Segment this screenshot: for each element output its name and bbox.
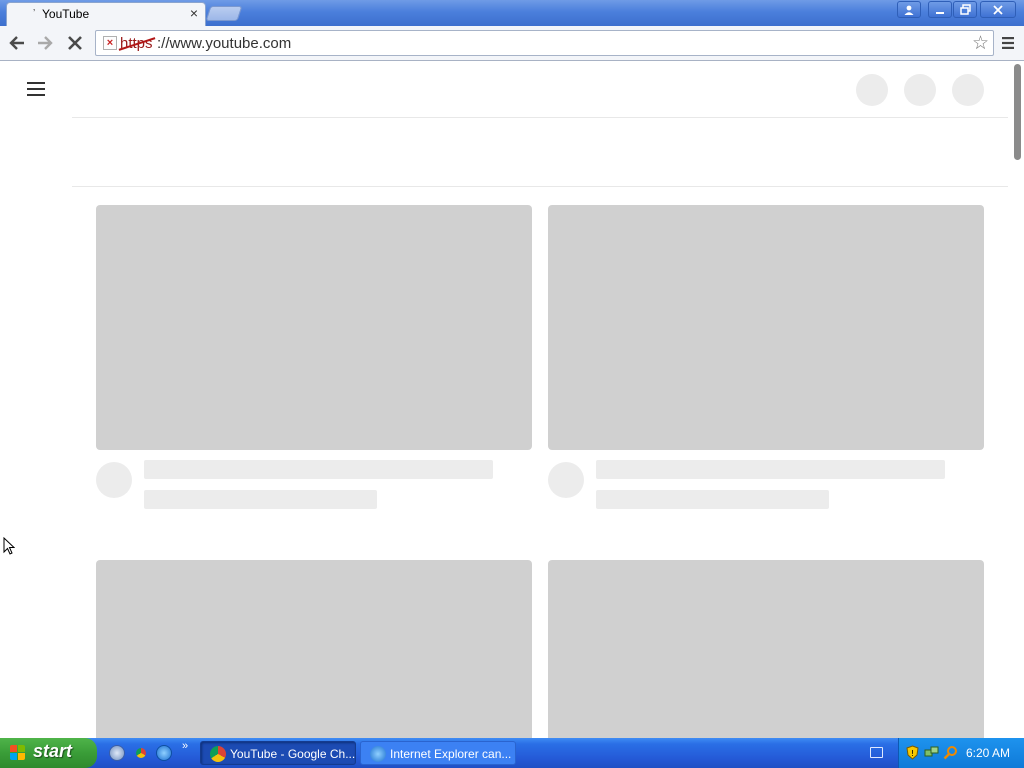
youtube-page: [0, 61, 1024, 738]
new-tab-button[interactable]: [205, 6, 243, 21]
taskbar-item-internet-explorer[interactable]: Internet Explorer can...: [360, 741, 516, 765]
taskbar-item-label: Internet Explorer can...: [390, 747, 512, 761]
browser-title-bar: ’ YouTube ×: [0, 0, 1024, 26]
url-text: ://www.youtube.com: [157, 35, 292, 52]
svg-text:!: !: [911, 749, 914, 758]
forward-arrow-icon: [38, 36, 53, 50]
chipbar-divider: [72, 186, 1008, 187]
title-line-placeholder: [144, 460, 493, 479]
hamburger-icon: [27, 82, 45, 84]
person-icon: [904, 5, 914, 15]
tab-title: YouTube: [42, 7, 90, 21]
back-button[interactable]: [5, 31, 29, 55]
url-scheme: https: [120, 35, 153, 52]
internet-explorer-icon[interactable]: [156, 745, 172, 761]
channel-avatar-placeholder: [548, 462, 584, 498]
windows-logo-icon: [10, 745, 26, 761]
stop-button[interactable]: [63, 31, 87, 55]
forward-button[interactable]: [33, 31, 57, 55]
quick-launch-more[interactable]: »: [182, 740, 188, 752]
chrome-icon[interactable]: [133, 745, 149, 761]
meta-line-placeholder: [596, 490, 829, 509]
star-icon[interactable]: ☆: [972, 32, 989, 55]
header-divider: [72, 117, 1008, 118]
minimize-icon: [936, 12, 944, 14]
video-thumbnail-placeholder[interactable]: [96, 205, 532, 450]
chrome-icon: [210, 746, 226, 762]
browser-toolbar: × https ://www.youtube.com ☆: [0, 26, 1024, 61]
header-placeholder-circle: [856, 74, 888, 106]
close-window-button[interactable]: [980, 1, 1016, 18]
security-shield-icon[interactable]: !: [905, 745, 920, 760]
video-thumbnail-placeholder[interactable]: [548, 560, 984, 738]
youtube-favicon-icon: ’: [33, 8, 36, 19]
search-icon[interactable]: [943, 745, 958, 760]
tab-youtube[interactable]: ’ YouTube ×: [6, 2, 206, 26]
network-icon[interactable]: [924, 745, 939, 760]
channel-avatar-placeholder: [96, 462, 132, 498]
header-placeholder-circle: [952, 74, 984, 106]
system-clock[interactable]: 6:20 AM: [966, 746, 1010, 760]
start-label: start: [33, 741, 73, 761]
mouse-cursor-icon: [3, 537, 15, 555]
restore-button[interactable]: [953, 1, 977, 18]
internet-explorer-icon: [370, 746, 386, 762]
video-thumbnail-placeholder[interactable]: [548, 205, 984, 450]
show-desktop-icon[interactable]: [109, 745, 125, 761]
keyboard-icon[interactable]: [870, 747, 883, 758]
start-button[interactable]: start: [0, 738, 97, 768]
stop-icon: [68, 36, 82, 50]
meta-line-placeholder: [144, 490, 377, 509]
title-line-placeholder: [596, 460, 945, 479]
minimize-button[interactable]: [928, 1, 952, 18]
restore-icon: [959, 4, 971, 15]
insecure-lock-icon[interactable]: ×: [103, 36, 117, 50]
windows-taskbar: start » YouTube - Google Ch... Internet …: [0, 738, 1024, 768]
guide-menu-button[interactable]: [27, 82, 45, 96]
close-icon: [993, 5, 1003, 15]
taskbar-item-youtube-chrome[interactable]: YouTube - Google Ch...: [200, 741, 356, 765]
page-scrollbar[interactable]: [1014, 64, 1021, 160]
hamburger-menu-icon: [1002, 37, 1014, 49]
address-bar[interactable]: × https ://www.youtube.com ☆: [95, 30, 994, 56]
video-thumbnail-placeholder[interactable]: [96, 560, 532, 738]
tab-close-icon[interactable]: ×: [190, 6, 198, 20]
chrome-menu-button[interactable]: [996, 31, 1020, 55]
header-placeholder-circle: [904, 74, 936, 106]
back-arrow-icon: [9, 36, 24, 50]
profile-button[interactable]: [897, 1, 921, 18]
taskbar-item-label: YouTube - Google Ch...: [230, 747, 356, 761]
